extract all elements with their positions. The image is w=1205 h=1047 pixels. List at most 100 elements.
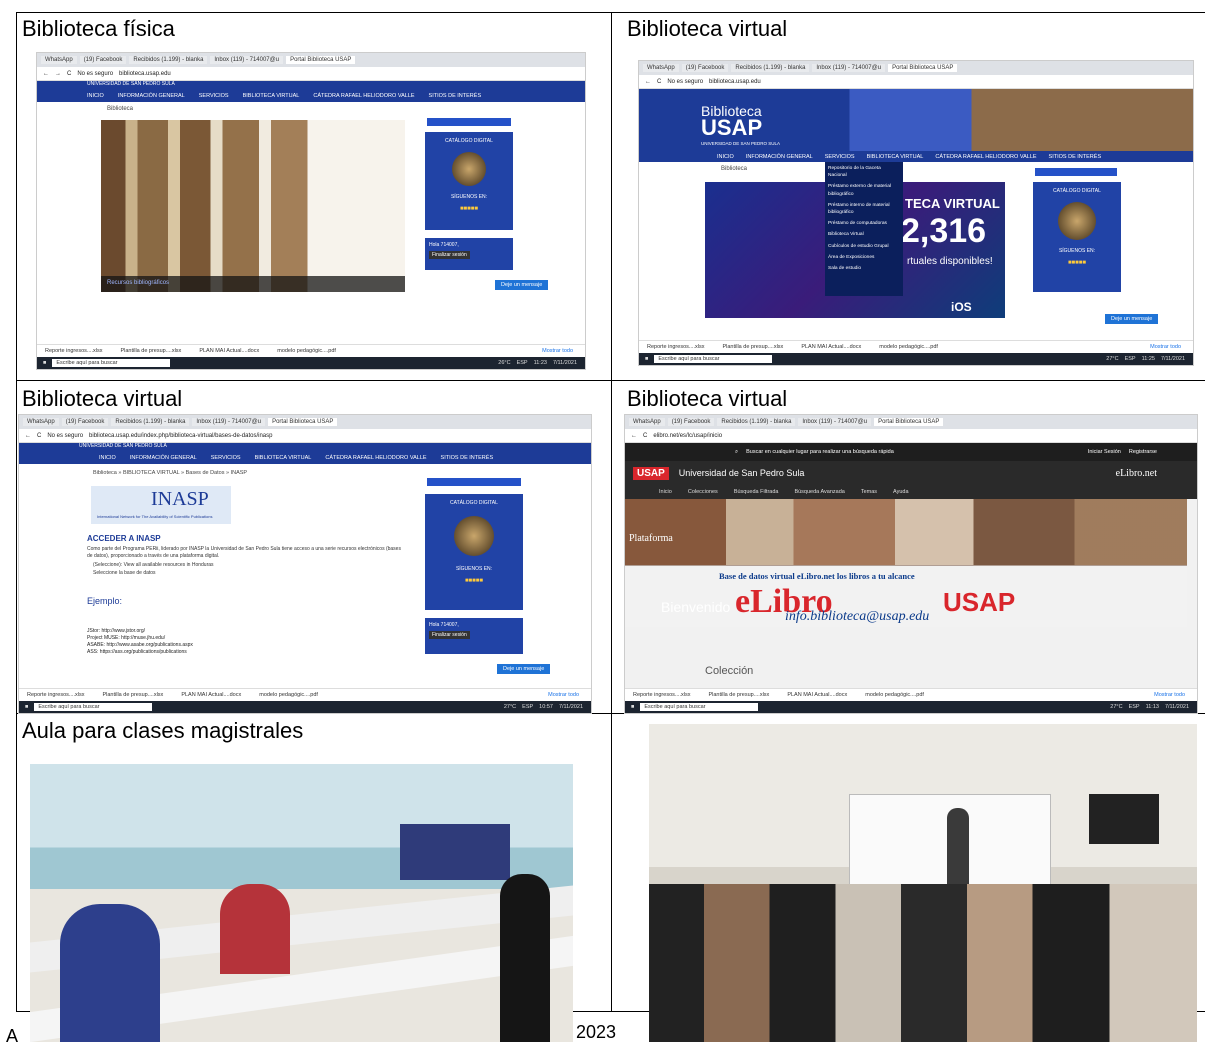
breadcrumb[interactable]: Biblioteca » BIBLIOTECA VIRTUAL » Bases … — [93, 470, 247, 476]
nav-item[interactable]: INFORMACIÓN GENERAL — [130, 455, 197, 461]
back-icon[interactable]: ← — [631, 433, 637, 439]
asabe-link[interactable]: ASABE: http://www.asabe.org/publications… — [87, 642, 193, 649]
browser-tab[interactable]: Inbox (119) - 714007@u — [798, 418, 872, 426]
catalog-globe-icon[interactable] — [452, 152, 486, 186]
download-item[interactable]: modelo pedagógic....pdf — [277, 348, 336, 354]
nav-item[interactable]: BIBLIOTECA VIRTUAL — [243, 93, 300, 99]
download-item[interactable]: Reporte ingresos....xlsx — [45, 348, 102, 354]
nav-item[interactable]: SITIOS DE INTERÉS — [429, 93, 482, 99]
register-link[interactable]: Registrarse — [1129, 449, 1157, 455]
nav-item[interactable]: BIBLIOTECA VIRTUAL — [255, 455, 312, 461]
logout-button[interactable]: Finalizar sesión — [429, 251, 470, 259]
browser-tab[interactable]: (19) Facebook — [681, 64, 729, 72]
address-bar[interactable]: ← C elibro.net/es/lc/usap/inicio — [625, 429, 1197, 443]
elibro-menu-item[interactable]: Colecciones — [688, 489, 718, 495]
social-icons[interactable]: ■■■■■ — [425, 578, 523, 584]
elibro-menu-item[interactable]: Ayuda — [893, 489, 909, 495]
download-item[interactable]: modelo pedagógic....pdf — [865, 692, 924, 698]
windows-start-icon[interactable]: ■ — [43, 360, 46, 366]
download-item[interactable]: PLAN MAI Actual....docx — [181, 692, 241, 698]
url-text[interactable]: biblioteca.usap.edu — [119, 71, 171, 77]
menu-item[interactable]: Cubículos de estudio Grupal — [828, 243, 900, 250]
taskbar-search[interactable]: Escribe aquí para buscar — [34, 703, 153, 711]
browser-tab[interactable]: Recibidos (1.199) - blanka — [129, 56, 208, 64]
browser-tab[interactable]: (19) Facebook — [667, 418, 715, 426]
download-item[interactable]: Plantilla de presup....xlsx — [102, 692, 163, 698]
browser-tab[interactable]: Inbox (119) - 714007@u — [192, 418, 266, 426]
windows-start-icon[interactable]: ■ — [25, 704, 28, 710]
nav-item[interactable]: SERVICIOS — [825, 154, 855, 160]
elibro-menu-item[interactable]: Temas — [861, 489, 877, 495]
browser-tab-active[interactable]: Portal Biblioteca USAP — [874, 418, 944, 426]
leave-message-button[interactable]: Deje un mensaje — [495, 280, 549, 290]
reload-icon[interactable]: C — [657, 79, 661, 85]
login-link[interactable]: Iniciar Sesión — [1088, 449, 1121, 455]
nav-item[interactable]: SERVICIOS — [211, 455, 241, 461]
browser-tab[interactable]: Recibidos (1.199) - blanka — [731, 64, 810, 72]
elibro-menu-item[interactable]: Búsqueda Avanzada — [794, 489, 844, 495]
lang-indicator[interactable]: ESP — [522, 704, 533, 710]
address-bar[interactable]: ← C No es seguro biblioteca.usap.edu/ind… — [19, 429, 591, 443]
back-icon[interactable]: ← — [645, 79, 651, 85]
social-icons[interactable]: ■■■■■ — [425, 206, 513, 212]
url-text[interactable]: biblioteca.usap.edu — [709, 79, 761, 85]
taskbar-search[interactable]: Escribe aquí para buscar — [654, 355, 773, 363]
nav-item[interactable]: SITIOS DE INTERÉS — [441, 455, 494, 461]
nav-item[interactable]: CÁTEDRA RAFAEL HELIODORO VALLE — [935, 154, 1036, 160]
download-item[interactable]: PLAN MAI Actual....docx — [787, 692, 847, 698]
windows-start-icon[interactable]: ■ — [631, 704, 634, 710]
show-all-link[interactable]: Mostrar todo — [1154, 692, 1185, 698]
elibro-menu-item[interactable]: Búsqueda Filtrada — [734, 489, 779, 495]
taskbar-search[interactable]: Escribe aquí para buscar — [640, 703, 759, 711]
back-icon[interactable]: ← — [43, 71, 49, 77]
reload-icon[interactable]: C — [37, 433, 41, 439]
download-item[interactable]: Reporte ingresos....xlsx — [27, 692, 84, 698]
menu-item[interactable]: Préstamo interno de material bibliográfi… — [828, 202, 900, 216]
reload-icon[interactable]: C — [643, 433, 647, 439]
nav-item[interactable]: INFORMACIÓN GENERAL — [746, 154, 813, 160]
download-item[interactable]: PLAN MAI Actual....docx — [199, 348, 259, 354]
lang-indicator[interactable]: ESP — [517, 360, 528, 366]
nav-item[interactable]: SERVICIOS — [199, 93, 229, 99]
nav-item[interactable]: INICIO — [717, 154, 734, 160]
address-bar[interactable]: ← → C No es seguro biblioteca.usap.edu — [37, 67, 585, 81]
leave-message-button[interactable]: Deje un mensaje — [1105, 314, 1159, 324]
muse-link[interactable]: Project MUSE: http://muse.jhu.edu/ — [87, 635, 193, 642]
lang-indicator[interactable]: ESP — [1129, 704, 1140, 710]
browser-tab[interactable]: WhatsApp — [629, 418, 665, 426]
leave-message-button[interactable]: Deje un mensaje — [497, 664, 551, 674]
elibro-search[interactable]: Buscar en cualquier lugar para realizar … — [746, 449, 894, 455]
logout-button[interactable]: Finalizar sesión — [429, 631, 470, 639]
menu-item[interactable]: Préstamo de computadoras — [828, 220, 900, 227]
elibro-menu-item[interactable]: Inicio — [659, 489, 672, 495]
menu-item[interactable]: Sala de estudio — [828, 265, 900, 272]
download-item[interactable]: PLAN MAI Actual....docx — [801, 344, 861, 350]
menu-item[interactable]: Área de Exposiciones — [828, 254, 900, 261]
show-all-link[interactable]: Mostrar todo — [1150, 344, 1181, 350]
download-item[interactable]: modelo pedagógic....pdf — [879, 344, 938, 350]
taskbar-search[interactable]: Escribe aquí para buscar — [52, 359, 171, 367]
back-icon[interactable]: ← — [25, 433, 31, 439]
reload-icon[interactable]: C — [67, 71, 71, 77]
browser-tab[interactable]: (19) Facebook — [79, 56, 127, 64]
nav-item[interactable]: INFORMACIÓN GENERAL — [118, 93, 185, 99]
catalog-globe-icon[interactable] — [1058, 202, 1096, 240]
address-bar[interactable]: ← C No es seguro biblioteca.usap.edu — [639, 75, 1193, 89]
download-item[interactable]: Plantilla de presup....xlsx — [722, 344, 783, 350]
browser-tab[interactable]: Inbox (119) - 714007@u — [210, 56, 284, 64]
browser-tab[interactable]: Recibidos (1.199) - blanka — [111, 418, 190, 426]
forward-icon[interactable]: → — [55, 71, 61, 77]
browser-tab[interactable]: Recibidos (1.199) - blanka — [717, 418, 796, 426]
nav-item[interactable]: CÁTEDRA RAFAEL HELIODORO VALLE — [313, 93, 414, 99]
browser-tab[interactable]: WhatsApp — [643, 64, 679, 72]
show-all-link[interactable]: Mostrar todo — [542, 348, 573, 354]
menu-item[interactable]: Biblioteca Virtual — [828, 231, 900, 238]
nav-item[interactable]: INICIO — [87, 93, 104, 99]
browser-tab-active[interactable]: Portal Biblioteca USAP — [286, 56, 356, 64]
social-icons[interactable]: ■■■■■ — [1033, 260, 1121, 266]
browser-tab-active[interactable]: Portal Biblioteca USAP — [888, 64, 958, 72]
browser-tab[interactable]: (19) Facebook — [61, 418, 109, 426]
menu-item[interactable]: Préstamo externo de material bibliográfi… — [828, 183, 900, 197]
catalog-globe-icon[interactable] — [454, 516, 494, 556]
download-item[interactable]: modelo pedagógic....pdf — [259, 692, 318, 698]
